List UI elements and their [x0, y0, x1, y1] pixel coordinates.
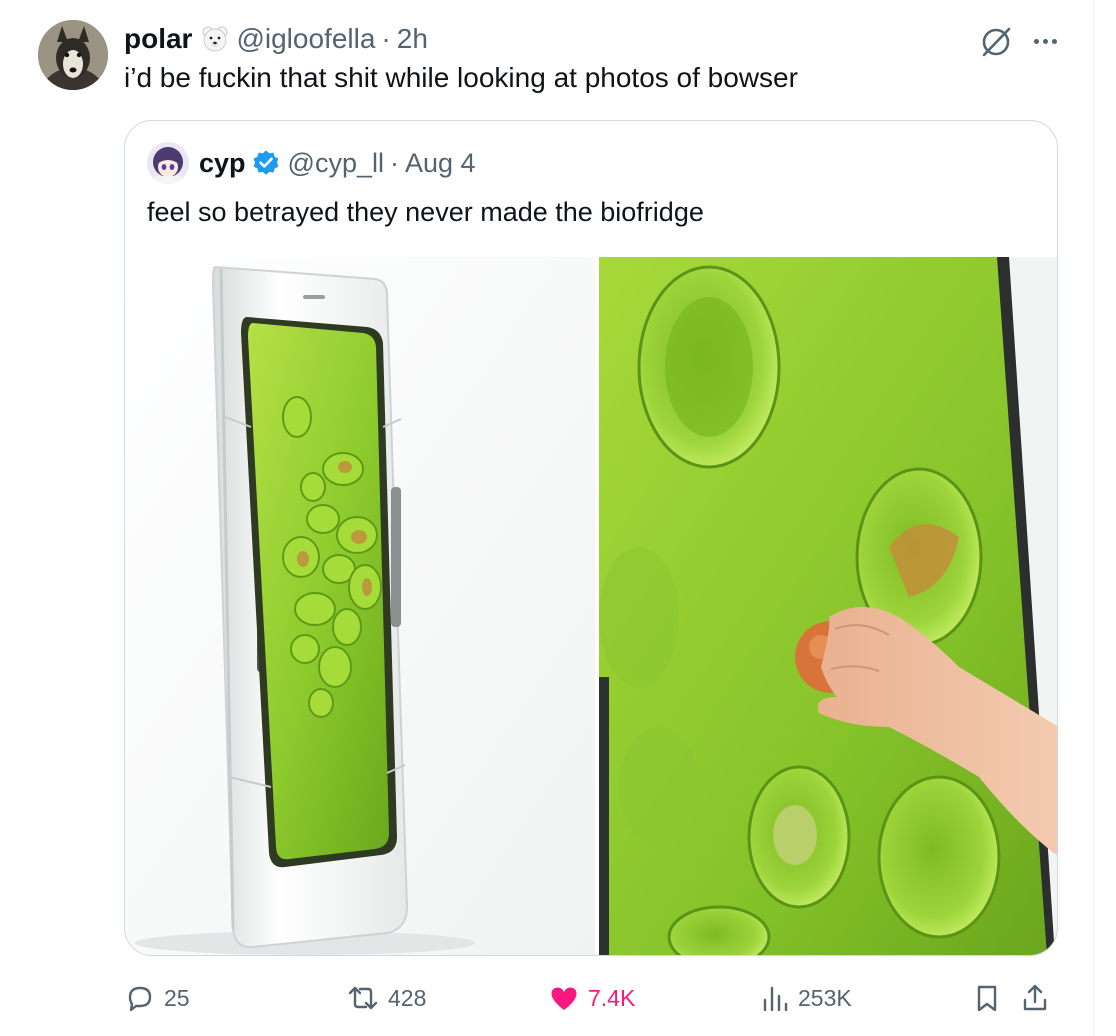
action-bar: 25 428 7.4K 253K: [124, 978, 1058, 1018]
author-avatar[interactable]: [38, 20, 108, 90]
author-handle[interactable]: @igloofella: [236, 23, 375, 55]
quoted-author-avatar[interactable]: [147, 142, 189, 184]
quoted-post[interactable]: cyp @cyp_ll · Aug 4 feel so betrayed the…: [124, 120, 1058, 956]
author-name[interactable]: polar: [124, 23, 192, 55]
quoted-header-separator: ·: [389, 147, 399, 178]
heart-filled-icon: [551, 987, 577, 1010]
views-count: 253K: [798, 984, 852, 1011]
like-count: 7.4K: [588, 984, 636, 1011]
reply-icon: [128, 986, 152, 1012]
bookmark-icon: [977, 985, 997, 1012]
quoted-post-media: [125, 257, 1057, 955]
reply-count: 25: [164, 984, 190, 1011]
header-separator: ·: [381, 23, 391, 54]
quoted-post-text: feel so betrayed they never made the bio…: [147, 197, 704, 227]
repost-button[interactable]: 428: [346, 978, 426, 1018]
more-options-icon[interactable]: [1030, 26, 1060, 56]
post-time[interactable]: 2h: [397, 23, 428, 55]
views-button[interactable]: 253K: [760, 978, 852, 1018]
post-text: i’d be fuckin that shit while looking at…: [124, 62, 798, 93]
reply-button[interactable]: 25: [124, 978, 190, 1018]
quoted-author-name[interactable]: cyp: [199, 148, 246, 179]
biofridge-closeup-hand-photo[interactable]: [599, 257, 1057, 955]
repost-count: 428: [388, 984, 427, 1011]
share-button[interactable]: [1020, 978, 1058, 1018]
post-header: polar @igloofella · 2h: [124, 22, 428, 56]
quoted-post-date[interactable]: Aug 4: [405, 148, 476, 179]
quoted-post-header: cyp @cyp_ll · Aug 4: [147, 142, 476, 184]
biofridge-product-photo[interactable]: [125, 257, 595, 955]
like-button[interactable]: 7.4K: [548, 978, 635, 1018]
quoted-author-handle[interactable]: @cyp_ll: [288, 148, 384, 179]
bookmark-button[interactable]: [972, 978, 1010, 1018]
polar-bear-emoji-icon: [200, 24, 230, 54]
grok-icon[interactable]: [978, 24, 1014, 60]
share-icon: [1023, 984, 1047, 1011]
repost-icon: [348, 986, 378, 1010]
views-chart-icon: [763, 986, 788, 1012]
tweet-container: polar @igloofella · 2h i’d be fuckin tha…: [0, 0, 1094, 1036]
verified-badge-icon: [252, 149, 280, 177]
